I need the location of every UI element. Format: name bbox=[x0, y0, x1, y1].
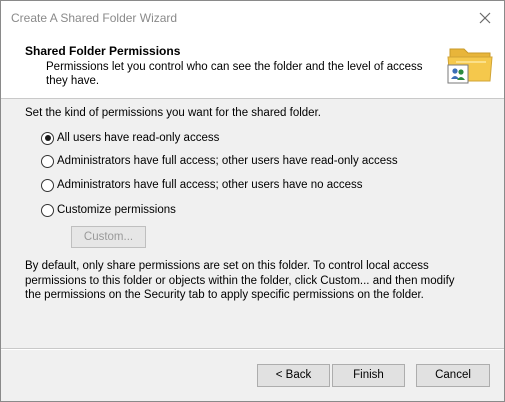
radio-button[interactable] bbox=[41, 154, 54, 168]
option-label: All users have read-only access bbox=[57, 132, 220, 144]
header-title: Shared Folder Permissions bbox=[25, 44, 181, 58]
back-button[interactable]: < Back bbox=[257, 364, 330, 387]
option-customize[interactable]: Customize permissions bbox=[41, 202, 176, 218]
close-icon[interactable] bbox=[474, 7, 496, 29]
title-bar: Create A Shared Folder Wizard bbox=[1, 1, 504, 35]
radio-button[interactable] bbox=[41, 203, 54, 217]
option-label: Customize permissions bbox=[57, 204, 176, 216]
cancel-button[interactable]: Cancel bbox=[416, 364, 490, 387]
finish-button[interactable]: Finish bbox=[332, 364, 405, 387]
info-text: By default, only share permissions are s… bbox=[25, 260, 455, 301]
radio-button[interactable] bbox=[41, 178, 54, 192]
custom-button: Custom... bbox=[71, 226, 146, 248]
header-subtitle: Permissions let you control who can see … bbox=[46, 61, 423, 87]
window-title: Create A Shared Folder Wizard bbox=[11, 11, 178, 25]
option-admin-full-users-read[interactable]: Administrators have full access; other u… bbox=[41, 153, 398, 169]
option-admin-full-users-none[interactable]: Administrators have full access; other u… bbox=[41, 177, 363, 193]
option-label: Administrators have full access; other u… bbox=[57, 155, 398, 167]
wizard-header: Shared Folder Permissions Permissions le… bbox=[1, 35, 504, 99]
wizard-window: Create A Shared Folder Wizard Shared Fol… bbox=[0, 0, 505, 402]
option-read-only[interactable]: All users have read-only access bbox=[41, 130, 219, 146]
footer-divider bbox=[1, 348, 504, 350]
shared-folder-icon bbox=[447, 48, 493, 84]
permissions-prompt: Set the kind of permissions you want for… bbox=[25, 107, 321, 119]
option-label: Administrators have full access; other u… bbox=[57, 179, 363, 191]
radio-button-checked[interactable] bbox=[41, 131, 54, 145]
